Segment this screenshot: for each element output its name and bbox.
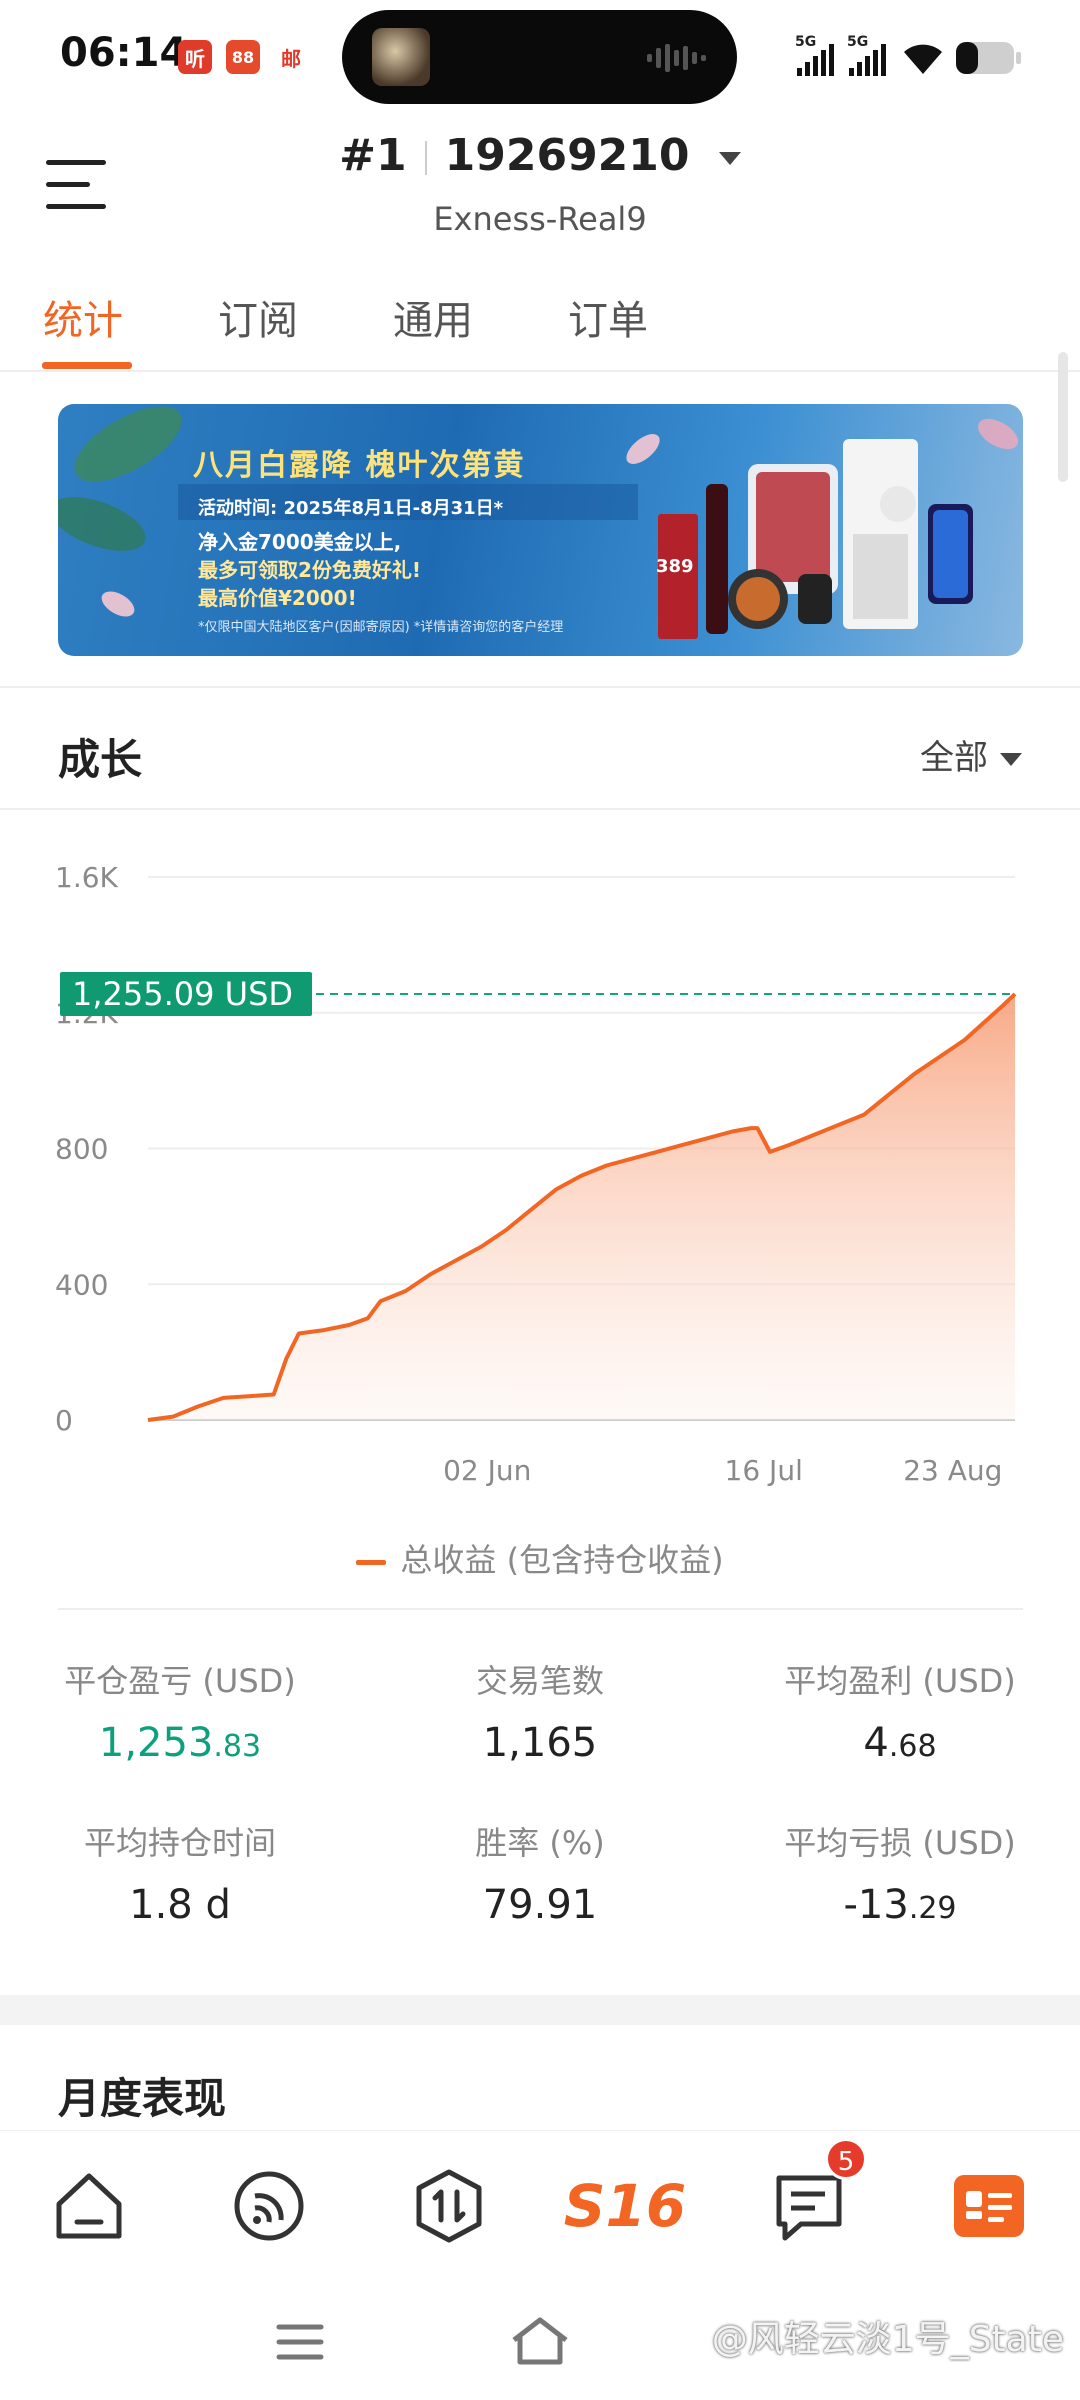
banner-date: 活动时间: 2025年8月1日-8月31日* <box>198 498 504 519</box>
y-tick-label: 0 <box>55 1404 73 1437</box>
tab-orders[interactable]: 订单 <box>568 288 648 346</box>
signals-icon <box>234 2171 304 2241</box>
s16-logo: S16 <box>563 2172 687 2240</box>
status-time: 06:14 <box>60 30 188 76</box>
signal-icon: 5G <box>795 34 839 78</box>
nav-home[interactable] <box>44 2161 134 2251</box>
section-title-growth: 成长 <box>58 735 143 784</box>
gift-products-image <box>658 439 973 639</box>
tab-subscribe[interactable]: 订阅 <box>218 288 298 346</box>
legend-label: 总收益 (包含持仓收益) <box>400 1541 724 1579</box>
messages-icon <box>776 2175 842 2241</box>
nav-trade[interactable] <box>404 2161 494 2251</box>
y-axis: 04008001.2K1.6K <box>55 861 119 1437</box>
nav-s16[interactable]: S16 <box>564 2161 687 2251</box>
current-value-tag: 1,255.09 USD <box>60 972 312 1017</box>
tab-statistics[interactable]: 统计 <box>43 288 123 346</box>
chart-legend: 总收益 (包含持仓收益) <box>0 1535 1080 1581</box>
banner-title: 八月白露降 槐叶次第黄 <box>193 448 526 483</box>
legend-swatch <box>356 1559 387 1565</box>
banner-line: 净入金7000美金以上, <box>198 530 402 554</box>
status-bar: 06:14 听 88 邮 5G 5G <box>0 0 1080 120</box>
y-tick-label: 400 <box>55 1268 108 1301</box>
period-filter-dropdown[interactable]: 全部 <box>920 730 1022 779</box>
stat-trade-count: 交易笔数 1,165 <box>475 1662 604 1766</box>
home-system-icon[interactable] <box>510 2316 570 2366</box>
dynamic-island[interactable] <box>342 10 737 104</box>
current-value-label: 1,255.09 USD <box>72 975 293 1013</box>
x-tick-label: 23 Aug <box>903 1454 1002 1487</box>
banner-line: 最高价值¥2000! <box>198 586 357 610</box>
home-icon <box>56 2173 122 2239</box>
messages-unread-badge: 5 <box>825 2138 867 2180</box>
x-tick-label: 16 Jul <box>725 1454 803 1487</box>
period-filter-value: 全部 <box>920 738 988 778</box>
chevron-down-icon <box>1000 753 1022 766</box>
stat-avg-profit: 平均盈利 (USD) 4.68 <box>784 1662 1016 1766</box>
chevron-down-icon <box>718 151 741 165</box>
banner-note: *仅限中国大陆地区客户(因邮寄原因) *详情请咨询您的客户经理 <box>198 620 564 635</box>
audio-wave-icon <box>647 44 706 72</box>
promo-banner[interactable]: 八月白露降 槐叶次第黄 活动时间: 2025年8月1日-8月31日* 净入金70… <box>58 404 1023 656</box>
price-tag: 389 <box>656 556 694 577</box>
tab-general[interactable]: 通用 <box>393 288 473 346</box>
stat-avg-hold-time: 平均持仓时间 1.8 d <box>83 1824 276 1928</box>
notification-app-icon-mail: 邮 <box>274 40 308 74</box>
recents-icon[interactable] <box>275 2322 325 2362</box>
stat-win-rate: 胜率 (%) 79.91 <box>475 1824 605 1928</box>
stat-closed-pnl: 平仓盈亏 (USD) 1,253.83 <box>64 1662 296 1766</box>
growth-chart[interactable]: 04008001.2K1.6K 02 Jun16 Jul23 Aug 1,255… <box>0 820 1080 1520</box>
x-axis: 02 Jun 16 Jul 23 Aug <box>443 1454 1002 1487</box>
trade-icon <box>416 2169 482 2243</box>
account-card-icon <box>954 2175 1024 2237</box>
section-title-monthly: 月度表现 <box>58 2074 227 2123</box>
bottom-navigation: S16 <box>0 2130 1080 2280</box>
server-name: Exness-Real9 <box>433 200 647 238</box>
scrollbar[interactable] <box>1058 352 1068 482</box>
nav-signals[interactable] <box>224 2161 314 2251</box>
growth-area <box>148 994 1015 1420</box>
signal-icon: 5G <box>847 34 891 78</box>
wifi-icon <box>904 44 942 74</box>
stat-avg-loss: 平均亏损 (USD) -13.29 <box>784 1824 1016 1928</box>
account-selector[interactable]: #1 19269210 <box>0 130 1080 181</box>
account-prefix: #1 <box>339 130 407 181</box>
battery-icon <box>956 42 1021 74</box>
notification-app-icon-listen: 听 <box>178 40 212 74</box>
active-tab-indicator <box>42 362 132 369</box>
watermark: @风轻云淡1号_State <box>711 2319 1064 2360</box>
notification-app-icon-pdd: 88 <box>226 40 260 74</box>
nav-account[interactable] <box>944 2161 1034 2251</box>
x-tick-label: 02 Jun <box>443 1454 531 1487</box>
y-tick-label: 1.6K <box>55 861 119 894</box>
banner-line: 最多可领取2份免费好礼! <box>198 558 422 582</box>
y-tick-label: 800 <box>55 1133 108 1166</box>
tab-bar: 统计 订阅 通用 订单 <box>0 280 1080 372</box>
media-thumbnail-icon <box>372 28 430 86</box>
account-number: 19269210 <box>444 130 690 181</box>
